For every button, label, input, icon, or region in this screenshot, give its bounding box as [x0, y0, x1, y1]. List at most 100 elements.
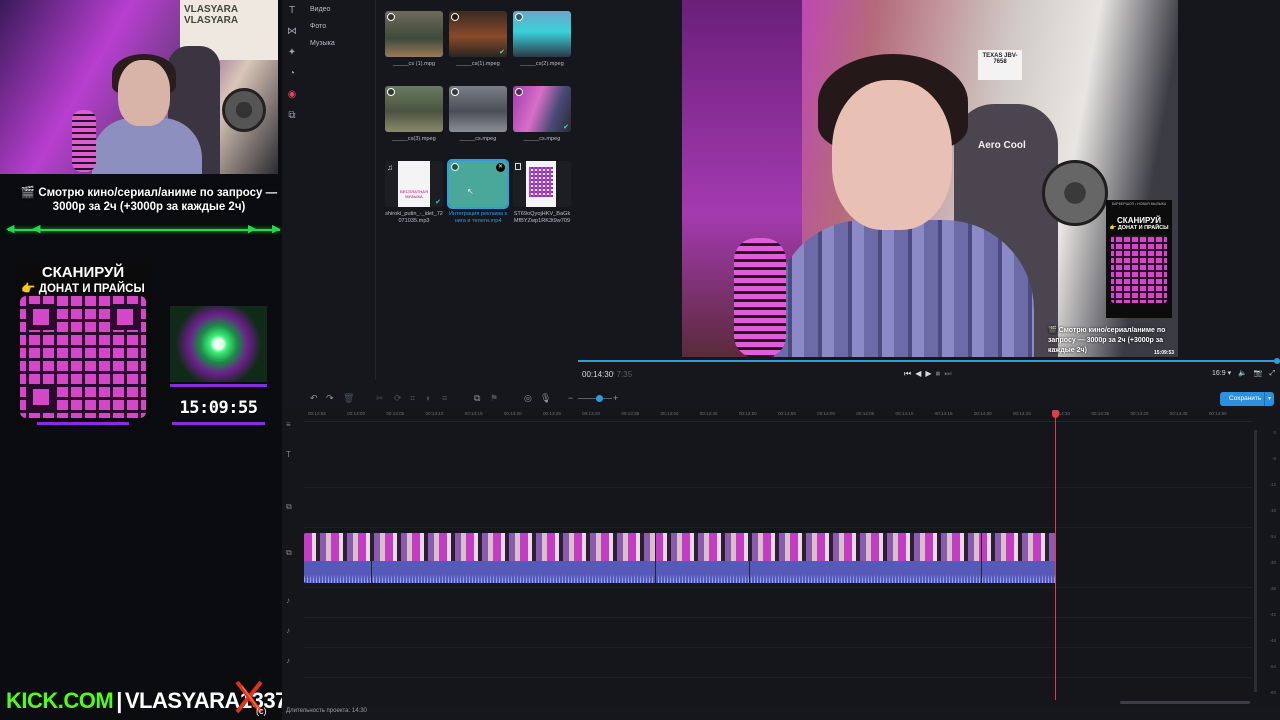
- zoom-in-icon[interactable]: +: [613, 393, 618, 403]
- transition-icon[interactable]: ⋈: [282, 21, 302, 42]
- timeline-ruler[interactable]: 00:12:55 00:13:00 00:13:05 00:13:10 00:13:15…: [304, 408, 1252, 422]
- playback-scrubber[interactable]: [578, 358, 1280, 364]
- mini-card-head: БАРБЕРШОП • НОВАЯ МЫЗЫКА: [1111, 202, 1167, 206]
- ruler-tick: 00:14:25: [1013, 411, 1031, 416]
- zoom-slider[interactable]: [578, 398, 612, 399]
- clip-split[interactable]: [655, 533, 656, 583]
- play-icon[interactable]: ▶: [925, 368, 931, 380]
- clip-split[interactable]: [371, 533, 372, 583]
- media-item[interactable]: _____cs(3).mpeg: [385, 86, 443, 143]
- marker-icon[interactable]: ⚑: [490, 393, 498, 404]
- ruler-tick: 00:13:40: [660, 411, 679, 416]
- donate-qr-code: [20, 296, 146, 418]
- sticker-icon[interactable]: ◔: [282, 63, 302, 84]
- nav-item-video[interactable]: Видео: [304, 1, 375, 18]
- media-item[interactable]: ST69oQyojHKV_BaGkMfBYZwp1RK3t9w709: [513, 161, 571, 225]
- media-item[interactable]: ✔ _____cs.mpeg: [513, 86, 571, 143]
- aspect-ratio-select[interactable]: 16:9 ▾: [1212, 368, 1231, 380]
- timeline-scrollbar[interactable]: [1120, 701, 1250, 704]
- playhead-handle[interactable]: [1052, 410, 1059, 418]
- preview-clock: 15:09:53: [1153, 350, 1174, 356]
- nav-item-music[interactable]: Музыка: [304, 35, 375, 52]
- media-item[interactable]: _____cs (1).mpg: [385, 11, 443, 68]
- media-item[interactable]: ♫ БЕСПЛАТНАЯ МУЗЫКА ✔ shiroki_putin_-_id…: [385, 161, 443, 225]
- ruler-tick: 00:14:10: [895, 411, 914, 416]
- zoom-out-icon[interactable]: −: [568, 393, 573, 403]
- save-button[interactable]: Сохранить ▾: [1220, 392, 1274, 406]
- undo-icon[interactable]: ↶: [310, 393, 318, 404]
- cut-icon[interactable]: ✂: [376, 393, 384, 404]
- color-icon[interactable]: ◐: [426, 393, 431, 403]
- text-track[interactable]: [304, 430, 1252, 488]
- scrubber-handle[interactable]: [1274, 358, 1280, 364]
- ruler-tick: 00:13:55: [778, 411, 796, 416]
- cursor-icon: ↖: [467, 187, 474, 196]
- stream-clock: 15:09:55: [179, 398, 258, 418]
- chevron-down-icon[interactable]: ▾: [1264, 392, 1274, 406]
- total-time: / 7:35: [612, 370, 633, 379]
- clip-audio: [304, 561, 1056, 583]
- media-category-nav: Видео Фото Музыка: [304, 0, 376, 380]
- meter-tick: 0: [1273, 430, 1276, 435]
- text-icon[interactable]: T: [282, 0, 302, 21]
- nav-item-photo[interactable]: Фото: [304, 18, 375, 35]
- video-preview[interactable]: TEXAS JBV-7658 Aero Cool БАРБЕРШОП • НОВ…: [682, 0, 1178, 357]
- mic-icon[interactable]: 🎙: [540, 393, 551, 404]
- stop-icon[interactable]: ■: [936, 368, 941, 380]
- clip-split[interactable]: [749, 533, 750, 583]
- media-thumbnail: ✔: [513, 86, 571, 132]
- video-clip[interactable]: [304, 533, 1056, 583]
- rotate-icon[interactable]: ⟳: [394, 393, 402, 404]
- remove-icon[interactable]: ✕: [496, 163, 505, 172]
- kick-site-label: KICK.COM: [6, 688, 114, 713]
- skip-back-icon[interactable]: ⏮: [904, 368, 911, 380]
- timeline-playhead[interactable]: [1055, 410, 1056, 700]
- skip-forward-icon[interactable]: ⏭: [944, 368, 951, 380]
- redo-icon[interactable]: ↷: [326, 393, 334, 404]
- preview-donate-card: БАРБЕРШОП • НОВАЯ МЫЗЫКА СКАНИРУЙ 👉 ДОНА…: [1106, 200, 1172, 318]
- ruler-tick: 00:14:20: [973, 411, 992, 416]
- media-library-grid: _____cs (1).mpg ✔ _____cs(1).mpeg _____c…: [378, 0, 578, 380]
- text-track-icon: T: [286, 450, 291, 459]
- list-icon[interactable]: ≡: [442, 393, 447, 403]
- timeline-toolbar: ↶ ↷ 🗑 ✂ ⟳ ⌗ ◐ ≡ ⧉ ⚑ ◎ 🎙 − +: [302, 390, 1280, 408]
- desk-fan: [222, 88, 266, 132]
- clip-split[interactable]: [981, 533, 982, 583]
- meter-tick: -12: [1269, 482, 1276, 487]
- split-icon[interactable]: ⧉: [282, 105, 302, 126]
- audio-track-1[interactable]: [304, 588, 1252, 618]
- record-icon[interactable]: ◉: [282, 84, 302, 105]
- delete-icon[interactable]: 🗑: [343, 393, 354, 404]
- media-thumbnail: [449, 86, 507, 132]
- volume-icon[interactable]: 🔈: [1238, 368, 1247, 380]
- clip-thumbnails: [304, 533, 1056, 561]
- audio-track-2[interactable]: [304, 618, 1252, 648]
- fullscreen-icon[interactable]: ⤢: [1270, 368, 1276, 380]
- media-item[interactable]: _____cs.mpeg: [449, 86, 507, 143]
- audio-track-3[interactable]: [304, 648, 1252, 678]
- microphone: [72, 110, 96, 172]
- copy-icon[interactable]: ⧉: [474, 393, 480, 404]
- media-thumbnail: [513, 161, 571, 207]
- step-back-icon[interactable]: ◀: [915, 368, 921, 380]
- video-badge-icon: [515, 13, 523, 21]
- overlay-track[interactable]: [304, 488, 1252, 528]
- snapshot-icon[interactable]: 📷: [1254, 368, 1263, 380]
- media-item[interactable]: _____cs(2).mpeg: [513, 11, 571, 68]
- streamer-body: [92, 118, 202, 174]
- media-item-label: _____cs.mpeg: [523, 136, 561, 142]
- media-thumbnail: ✕ ↖: [447, 159, 509, 209]
- add-track-icon[interactable]: ≡: [286, 420, 291, 429]
- effects-icon[interactable]: ✦: [282, 42, 302, 63]
- copyright-mark: (c): [256, 706, 267, 716]
- crop-icon[interactable]: ⌗: [410, 393, 415, 404]
- kick-separator: |: [116, 688, 122, 713]
- meter-tick: -54: [1269, 664, 1276, 669]
- media-item[interactable]: ✔ _____cs(1).mpeg: [449, 11, 507, 68]
- ruler-tick: 00:13:25: [543, 411, 561, 416]
- zoom-slider-handle[interactable]: [596, 395, 603, 402]
- voiceover-icon[interactable]: ◎: [524, 393, 532, 404]
- media-item-selected[interactable]: ✕ ↖ Интеграция реклама книга и телеги.mp4: [447, 159, 509, 225]
- ruler-tick: 00:13:35: [621, 411, 640, 416]
- movie-request-text: 🎬 Смотрю кино/сериал/аниме по запросу — …: [20, 187, 278, 213]
